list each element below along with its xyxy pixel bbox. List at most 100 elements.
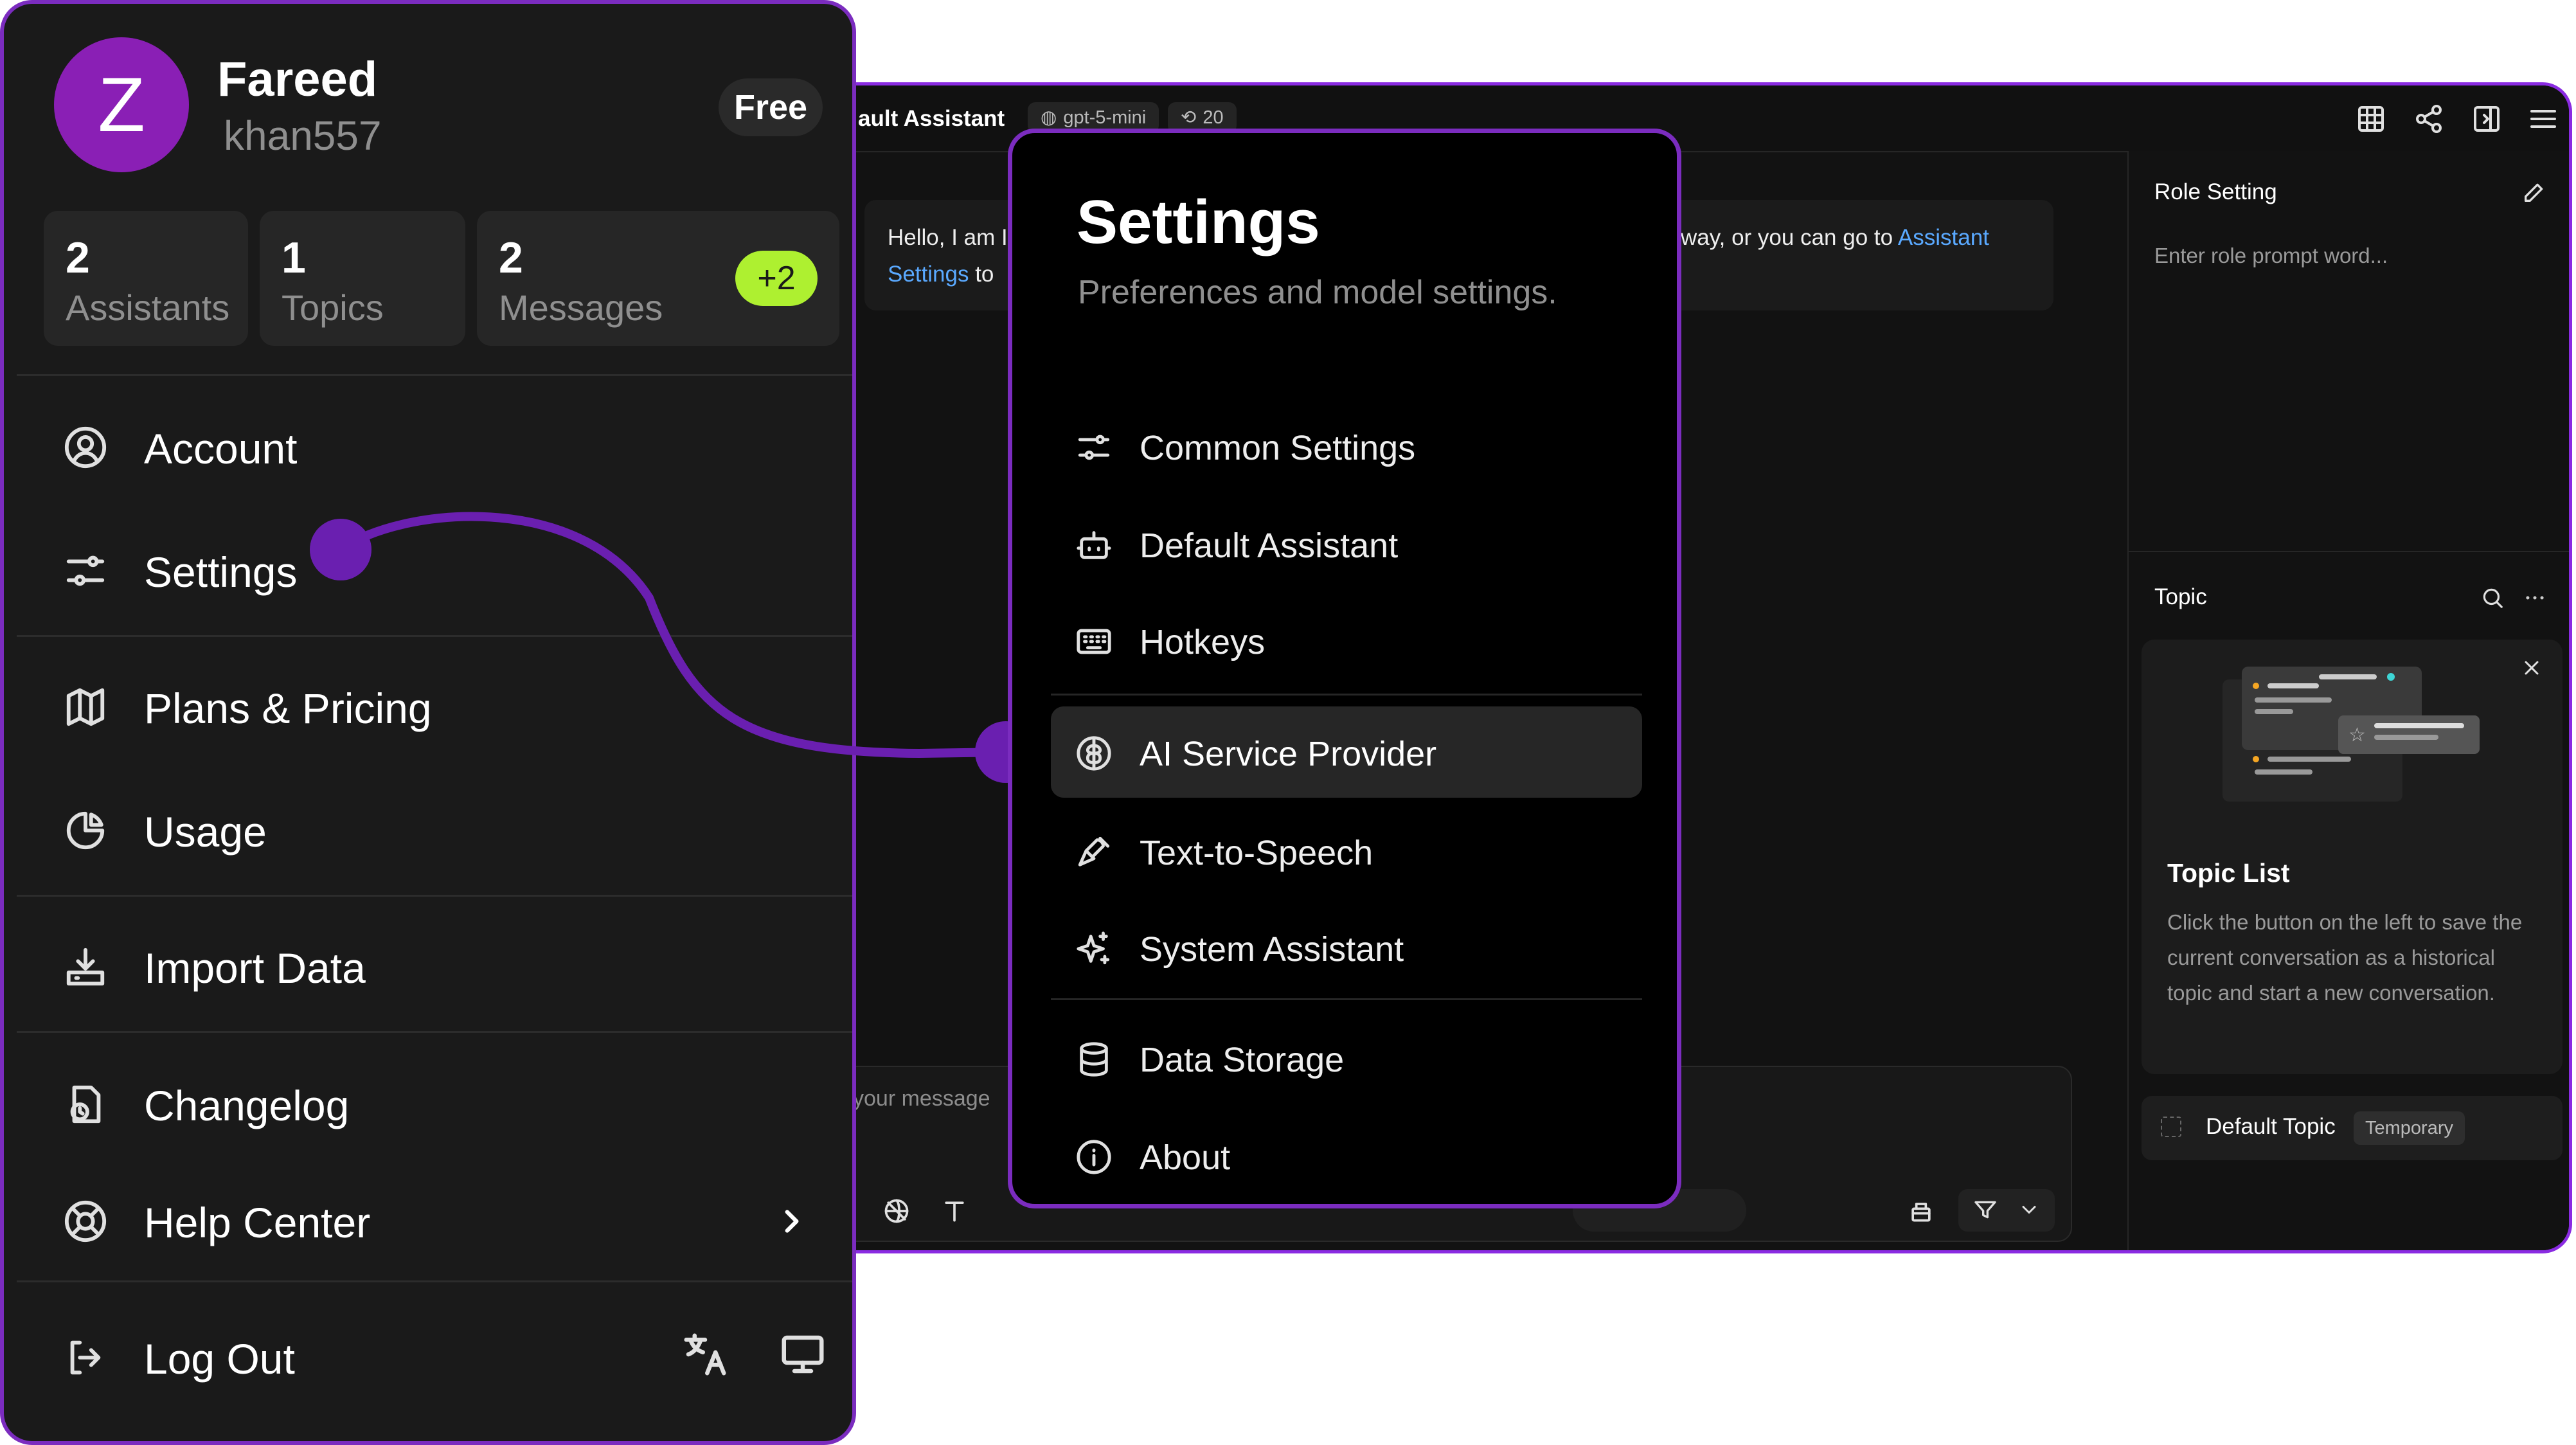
history-count: 20: [1203, 107, 1224, 128]
svg-text:☆: ☆: [2348, 724, 2366, 746]
menu-label: Help Center: [144, 1199, 371, 1246]
divider: [17, 1280, 852, 1282]
default-topic-label: Default Topic: [2206, 1114, 2336, 1139]
settings-item-hotkeys[interactable]: Hotkeys: [1051, 595, 1642, 686]
stat-label: Assistants: [66, 287, 230, 328]
panel-right-icon[interactable]: [2471, 103, 2502, 134]
menu-item-account[interactable]: Account: [4, 396, 852, 492]
text-format-icon[interactable]: [940, 1197, 969, 1225]
search-icon[interactable]: [2480, 586, 2505, 610]
send-group[interactable]: [1958, 1189, 2055, 1232]
settings-label: Data Storage: [1140, 1041, 1345, 1079]
no-web-icon[interactable]: [882, 1197, 911, 1225]
user-menu-panel: Z Fareed khan557 Free 2 Assistants 1 Top…: [0, 0, 856, 1445]
globe-icon: ◍: [1041, 107, 1057, 128]
topic-checkbox[interactable]: [2161, 1117, 2181, 1137]
menu-item-plans-pricing[interactable]: Plans & Pricing: [4, 656, 852, 752]
chevron-right-icon: [785, 1210, 799, 1233]
divider: [17, 374, 852, 376]
pie-chart-icon: [66, 811, 105, 850]
menu-item-import-data[interactable]: Import Data: [4, 915, 852, 1012]
keyboard-icon: [1077, 629, 1111, 654]
settings-item-data-storage[interactable]: Data Storage: [1051, 1012, 1642, 1104]
chevron-down-icon[interactable]: [2017, 1198, 2041, 1221]
chat-title: ault Assistant: [858, 106, 1005, 131]
model-name: gpt-5-mini: [1063, 107, 1147, 128]
map-icon: [66, 688, 105, 726]
role-setting-title: Role Setting: [2154, 179, 2277, 204]
topic-list-card: ☆ Topic List Click the button on the lef…: [2142, 640, 2563, 1074]
stat-assistants: 2 Assistants: [44, 211, 248, 346]
menu-item-log-out[interactable]: Log Out: [4, 1306, 621, 1403]
menu-label: Usage: [144, 808, 267, 856]
stat-extra-badge: +2: [735, 251, 818, 306]
translate-icon[interactable]: [680, 1329, 730, 1379]
default-topic-item[interactable]: Default Topic Temporary: [2142, 1096, 2563, 1160]
more-icon[interactable]: [2523, 586, 2547, 610]
divider: [17, 635, 852, 637]
avatar[interactable]: Z: [54, 37, 189, 172]
stat-value: 2: [499, 233, 523, 282]
settings-panel: Settings Preferences and model settings.…: [1008, 129, 1681, 1208]
menu-item-settings[interactable]: Settings: [4, 519, 852, 616]
user-name: Fareed: [217, 52, 378, 107]
history-icon: ⟲: [1181, 107, 1197, 128]
grid-icon[interactable]: [2356, 103, 2386, 134]
assistant-link[interactable]: Assistant: [1898, 225, 1989, 250]
info-icon: [1077, 1140, 1111, 1174]
sliders-icon: [1078, 435, 1110, 460]
settings-item-ai-service-provider[interactable]: AI Service Provider: [1051, 706, 1642, 798]
settings-item-default-assistant[interactable]: Default Assistant: [1051, 498, 1642, 589]
stat-label: Messages: [499, 287, 663, 328]
divider: [17, 895, 852, 897]
menu-label: Plans & Pricing: [144, 685, 432, 732]
settings-label: Default Assistant: [1140, 526, 1399, 565]
settings-label: System Assistant: [1140, 930, 1404, 969]
settings-item-text-to-speech[interactable]: Text-to-Speech: [1051, 805, 1642, 897]
user-circle-icon: [64, 426, 107, 469]
plan-badge[interactable]: Free: [719, 78, 823, 136]
welcome-text-left: Hello, I am I: [888, 225, 1008, 250]
stat-label: Topics: [282, 287, 384, 328]
settings-item-common[interactable]: Common Settings: [1051, 400, 1642, 492]
close-icon[interactable]: [2520, 656, 2543, 679]
edit-icon[interactable]: [2521, 179, 2547, 205]
bot-icon: [1077, 531, 1111, 559]
message-placeholder[interactable]: your message: [853, 1086, 990, 1111]
sliders-icon: [66, 555, 105, 586]
menu-icon[interactable]: [2528, 103, 2559, 134]
import-icon: [66, 947, 105, 986]
stat-value: 1: [282, 233, 306, 282]
right-panel: Role Setting Enter role prompt word... T…: [2127, 151, 2569, 1250]
settings-subtitle: Preferences and model settings.: [1078, 274, 1557, 311]
settings-link[interactable]: Settings: [888, 262, 969, 287]
settings-label: Hotkeys: [1140, 623, 1266, 661]
topic-list-description: Click the button on the left to save the…: [2167, 910, 2523, 1005]
share-icon[interactable]: [2413, 103, 2444, 134]
filter-icon[interactable]: [1972, 1197, 1998, 1223]
clear-icon[interactable]: [1907, 1197, 1935, 1225]
changelog-icon: [70, 1085, 101, 1124]
divider: [1051, 998, 1642, 1000]
stat-messages: 2 Messages +2: [477, 211, 839, 346]
role-prompt-input[interactable]: Enter role prompt word...: [2154, 244, 2388, 268]
welcome-text-left-2: to: [969, 262, 994, 287]
stat-topics: 1 Topics: [260, 211, 465, 346]
settings-label: Text-to-Speech: [1140, 834, 1373, 872]
menu-label: Import Data: [144, 944, 366, 992]
menu-item-changelog[interactable]: Changelog: [4, 1053, 852, 1149]
settings-label: AI Service Provider: [1140, 735, 1437, 773]
settings-item-system-assistant[interactable]: System Assistant: [1051, 902, 1642, 993]
temporary-badge: Temporary: [2354, 1111, 2465, 1145]
menu-item-help-center[interactable]: Help Center: [4, 1170, 852, 1266]
topic-list-title: Topic List: [2167, 858, 2290, 888]
menu-item-usage[interactable]: Usage: [4, 779, 852, 875]
stat-value: 2: [66, 233, 90, 282]
divider: [17, 1031, 852, 1033]
settings-item-about[interactable]: About: [1051, 1110, 1642, 1201]
settings-label: Common Settings: [1140, 429, 1416, 467]
topic-title: Topic: [2154, 584, 2207, 609]
mic-icon: [1078, 836, 1110, 866]
topic-illustration: ☆: [2223, 667, 2480, 802]
monitor-icon[interactable]: [778, 1329, 828, 1379]
